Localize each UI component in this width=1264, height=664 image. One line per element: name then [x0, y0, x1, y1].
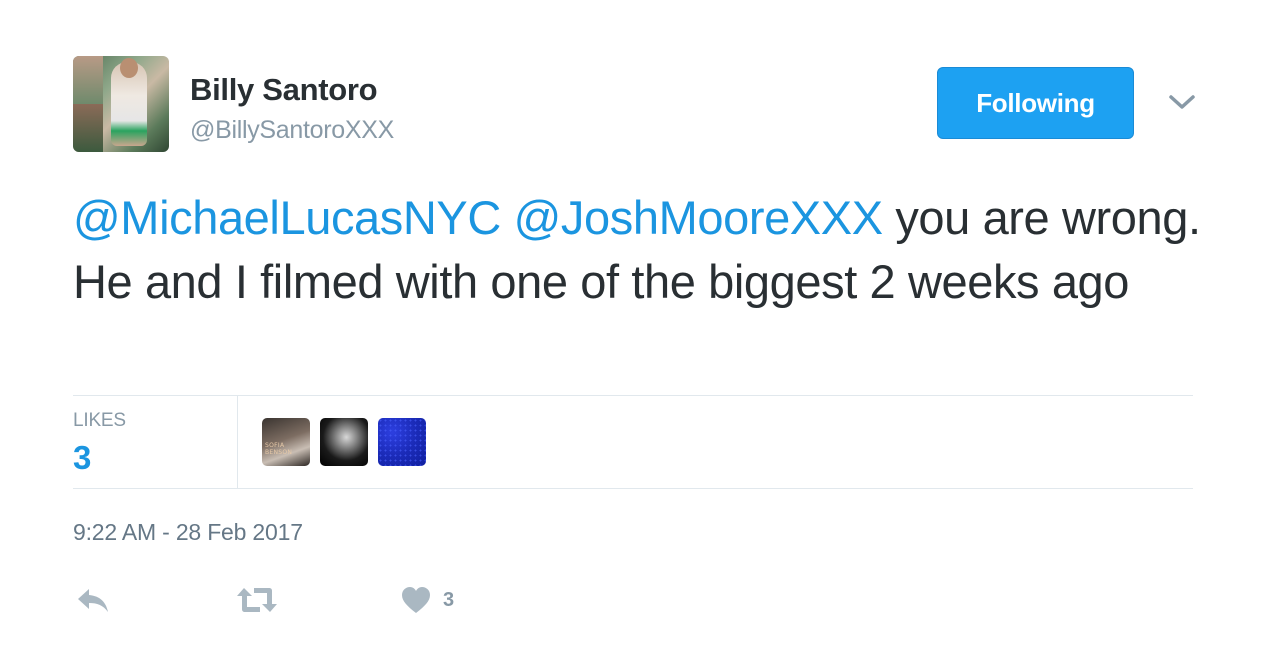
mention-link[interactable]: @MichaelLucasNYC — [73, 191, 501, 244]
reply-button[interactable] — [76, 584, 110, 616]
likes-label[interactable]: LIKES — [73, 410, 126, 432]
liker-avatar-text: SOFIA BENSON — [265, 442, 293, 456]
tweet-timestamp[interactable]: 9:22 AM - 28 Feb 2017 — [73, 519, 303, 546]
stats-separator — [237, 396, 238, 488]
author-name[interactable]: Billy Santoro — [190, 72, 378, 108]
like-action-count: 3 — [443, 588, 455, 611]
likers-list: SOFIA BENSON — [262, 418, 426, 466]
heart-icon — [402, 587, 430, 613]
liker-avatar[interactable]: SOFIA BENSON — [262, 418, 310, 466]
reply-icon — [78, 589, 108, 612]
author-handle[interactable]: @BillySantoroXXX — [190, 116, 394, 145]
retweet-button[interactable] — [236, 584, 278, 616]
author-avatar[interactable] — [73, 56, 169, 152]
chevron-down-icon[interactable] — [1168, 90, 1196, 114]
divider — [73, 395, 1193, 396]
liker-avatar[interactable] — [320, 418, 368, 466]
following-button[interactable]: Following — [937, 67, 1134, 139]
like-button[interactable]: 3 — [401, 584, 454, 616]
likes-count[interactable]: 3 — [73, 439, 91, 477]
tweet-text: @MichaelLucasNYC @JoshMooreXXX you are w… — [73, 186, 1203, 314]
liker-avatar[interactable] — [378, 418, 426, 466]
avatar-photo-head — [120, 58, 138, 78]
avatar-photo-panel — [73, 104, 103, 152]
retweet-icon — [237, 588, 277, 612]
divider — [73, 488, 1193, 489]
avatar-photo-panel — [73, 56, 103, 104]
mention-link[interactable]: @JoshMooreXXX — [514, 191, 883, 244]
